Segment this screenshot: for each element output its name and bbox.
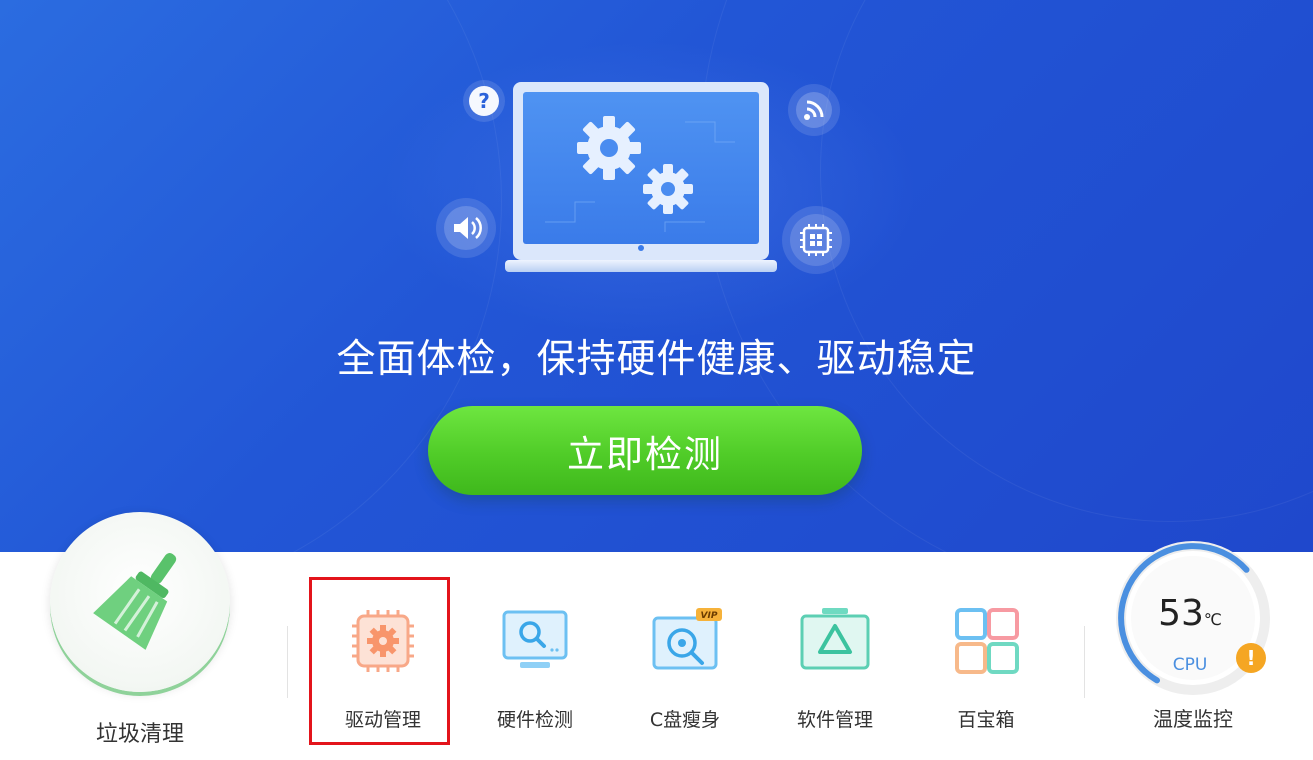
tool-driver-management[interactable]: 驱动管理 <box>318 590 448 740</box>
background-arc <box>0 0 502 552</box>
temperature-unit: ℃ <box>1203 610 1222 629</box>
cpu-label: CPU <box>1172 655 1208 675</box>
hero-banner: ? 全面体检，保持硬件健康、驱动稳定 立即检测 <box>0 0 1313 552</box>
chip-gear-icon <box>344 606 422 678</box>
software-triangle-icon <box>796 606 874 678</box>
disk-vip-icon: VIP <box>646 606 724 678</box>
tool-label: 百宝箱 <box>957 709 1015 731</box>
temperature-value: 53℃ <box>1140 593 1240 634</box>
warning-icon[interactable]: ! <box>1236 643 1266 673</box>
grid-apps-icon <box>947 606 1025 678</box>
tool-software-management[interactable]: 软件管理 <box>770 590 900 740</box>
divider <box>287 626 288 698</box>
svg-text:?: ? <box>478 89 490 113</box>
tool-label: 硬件检测 <box>496 709 573 731</box>
hero-headline: 全面体检，保持硬件健康、驱动稳定 <box>336 337 977 382</box>
help-icon: ? <box>463 80 505 122</box>
monitor-search-icon <box>496 606 574 678</box>
temperature-monitor-label: 温度监控 <box>1153 707 1233 731</box>
tool-label: 软件管理 <box>796 709 873 731</box>
temperature-number: 53 <box>1158 593 1204 634</box>
vip-badge: VIP <box>701 611 718 621</box>
tool-label: C盘瘦身 <box>649 709 721 731</box>
speaker-icon <box>436 198 496 258</box>
scan-now-button[interactable]: 立即检测 <box>428 406 862 495</box>
clean-label: 垃圾清理 <box>95 722 184 747</box>
wifi-icon <box>788 84 840 136</box>
tool-hardware-detection[interactable]: 硬件检测 <box>470 590 600 740</box>
clean-button[interactable] <box>50 512 230 692</box>
laptop-gears-illustration <box>505 82 777 274</box>
tool-toolbox[interactable]: 百宝箱 <box>921 590 1051 740</box>
tool-label: 驱动管理 <box>344 709 421 731</box>
tool-c-drive-slim[interactable]: VIP C盘瘦身 <box>620 590 750 740</box>
broom-icon <box>93 553 177 650</box>
cpu-chip-icon <box>782 206 850 274</box>
divider <box>1084 626 1085 698</box>
